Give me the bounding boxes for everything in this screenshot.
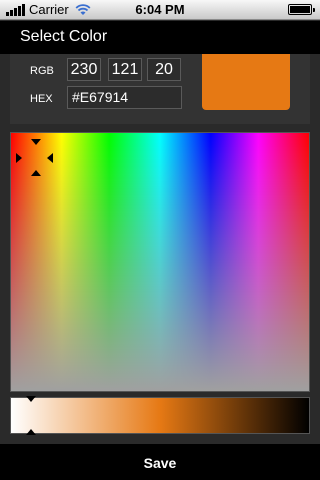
navigation-bar: Select Color (0, 21, 320, 54)
hue-saturation-picker[interactable] (10, 132, 310, 392)
crosshair-left-icon (16, 153, 22, 163)
hex-label: HEX (30, 93, 53, 105)
red-value-field[interactable]: 230 (67, 58, 101, 81)
slider-handle-bottom-icon[interactable] (26, 429, 36, 435)
slider-handle-top-icon[interactable] (26, 396, 36, 402)
save-button[interactable]: Save (100, 444, 220, 480)
green-value-field[interactable]: 121 (108, 58, 142, 81)
hex-value-field[interactable]: #E67914 (67, 86, 182, 109)
battery-icon (288, 4, 315, 15)
bottom-toolbar: Save (0, 444, 320, 480)
crosshair-right-icon (47, 153, 53, 163)
status-time: 6:04 PM (135, 2, 185, 17)
crosshair-top-icon (31, 139, 41, 145)
color-values-panel: RGB 230 121 20 HEX #E67914 (10, 54, 310, 124)
status-bar: Carrier 6:04 PM (0, 0, 320, 20)
rgb-label: RGB (30, 65, 54, 77)
page-title: Select Color (20, 28, 108, 45)
selected-color-swatch (202, 54, 290, 110)
brightness-slider[interactable] (10, 397, 310, 434)
blue-value-field[interactable]: 20 (147, 58, 181, 81)
crosshair-bottom-icon (31, 170, 41, 176)
